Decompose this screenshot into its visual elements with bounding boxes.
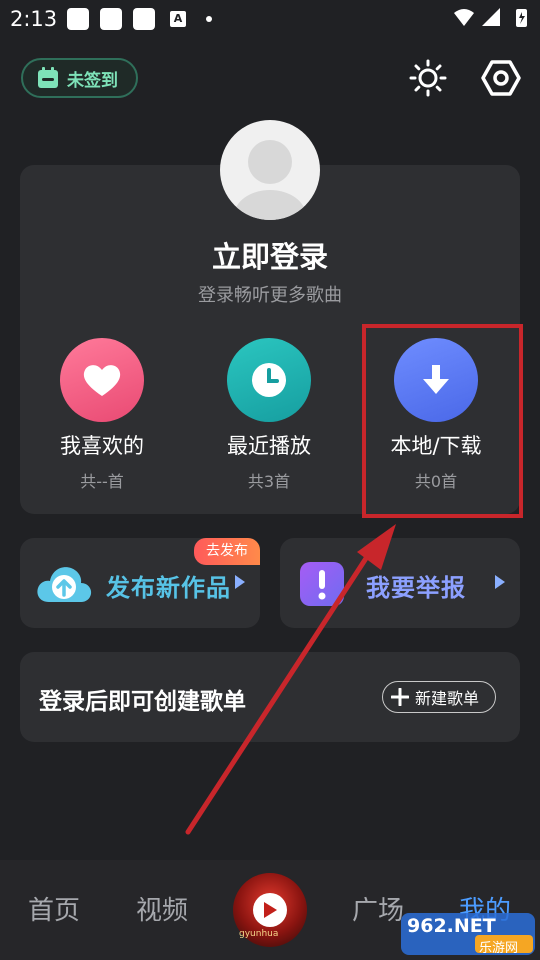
signin-label: 未签到 [67, 70, 118, 91]
create-playlist-card: 登录后即可创建歌单 新建歌单 [20, 652, 520, 742]
recent-label: 最近播放 [227, 434, 311, 458]
recent-item[interactable]: 最近播放 共3首 [184, 338, 354, 492]
watermark-logo: 962.NET 乐游网 [399, 905, 537, 957]
default-avatar-icon [234, 140, 306, 220]
notification-icon [67, 8, 89, 30]
watermark-sub: 乐游网 [479, 941, 519, 956]
chevron-right-icon [235, 575, 245, 589]
chevron-right-icon [495, 575, 505, 589]
publish-badge: 去发布 [194, 538, 260, 565]
recent-count: 共3首 [247, 472, 291, 491]
a-notification-icon: A [170, 11, 186, 27]
play-button[interactable] [253, 893, 287, 927]
signin-button[interactable]: 未签到 [21, 58, 138, 98]
favorites-label: 我喜欢的 [60, 434, 144, 458]
theme-sun-icon[interactable] [408, 58, 448, 98]
login-subtitle: 登录畅听更多歌曲 [198, 285, 342, 306]
highlight-box [362, 324, 523, 518]
watermark-brand: 962.NET [407, 915, 496, 937]
publish-label: 发布新作品 [106, 574, 231, 602]
wifi-icon [454, 9, 474, 26]
notification-icon [133, 8, 155, 30]
favorites-circle [60, 338, 144, 422]
favorites-count: 共--首 [80, 472, 124, 491]
play-icon [264, 902, 277, 918]
report-card[interactable]: 我要举报 [280, 538, 520, 628]
notification-icon [100, 8, 122, 30]
recent-circle [227, 338, 311, 422]
plus-icon [391, 688, 409, 706]
new-playlist-label: 新建歌单 [415, 689, 480, 708]
status-bar: 2:13 A [0, 0, 540, 38]
heart-icon [83, 365, 121, 396]
disc-caption: gyunhua [239, 929, 279, 939]
favorites-item[interactable]: 我喜欢的 共--首 [17, 338, 187, 492]
report-label: 我要举报 [366, 574, 466, 602]
signal-icon [482, 8, 500, 26]
nav-square[interactable]: 广场 [352, 890, 404, 927]
avatar[interactable] [220, 120, 320, 220]
login-title[interactable]: 立即登录 [0, 234, 540, 276]
upload-cloud-icon [37, 567, 92, 602]
settings-icon[interactable] [481, 58, 521, 98]
more-notifications-dot [206, 16, 212, 22]
exclamation-icon [300, 562, 344, 606]
status-time: 2:13 [10, 7, 58, 31]
clock-icon [252, 363, 286, 397]
nav-home[interactable]: 首页 [28, 890, 80, 927]
player-disc[interactable]: gyunhua [233, 873, 307, 947]
calendar-icon [38, 67, 58, 88]
nav-video[interactable]: 视频 [136, 890, 188, 927]
status-icons [454, 8, 527, 27]
new-playlist-button[interactable]: 新建歌单 [382, 681, 496, 713]
playlist-prompt: 登录后即可创建歌单 [39, 689, 246, 715]
